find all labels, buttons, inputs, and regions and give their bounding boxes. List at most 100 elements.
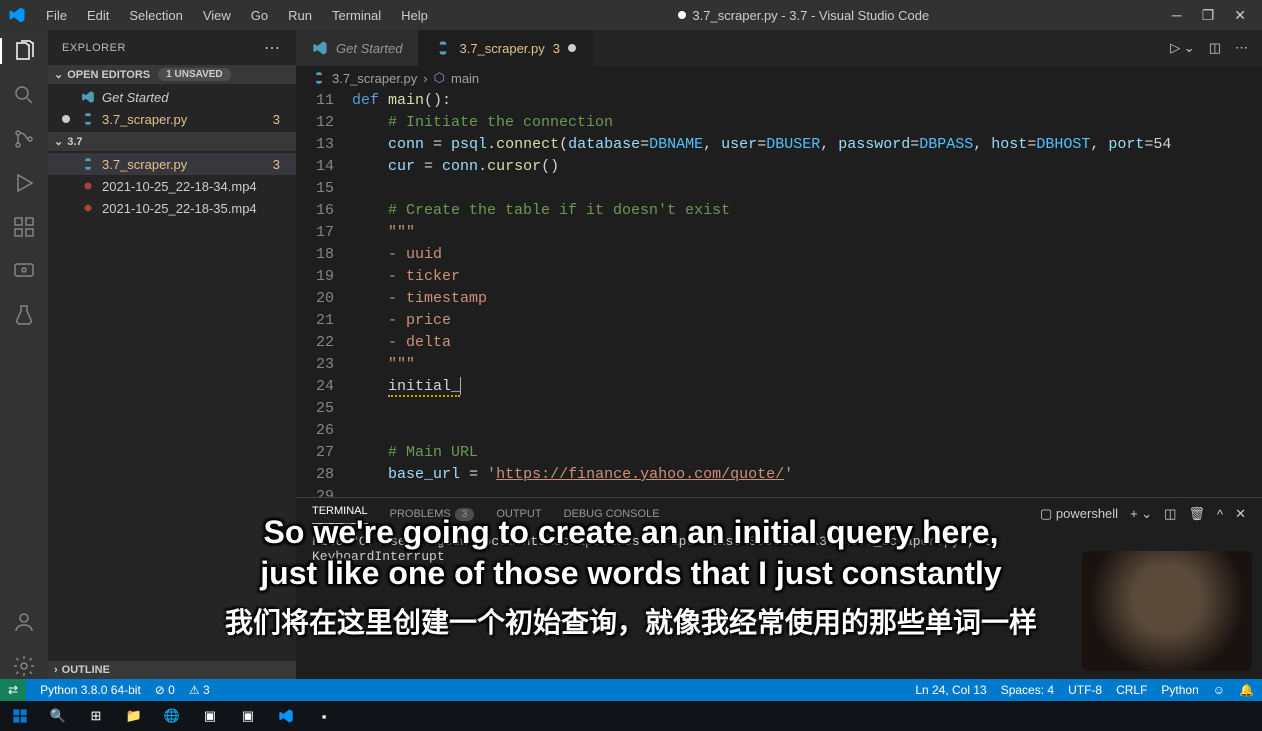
search-taskbar-icon[interactable]: 🔍: [42, 703, 74, 729]
errors-count[interactable]: ⊘ 0: [155, 683, 175, 697]
code-editor[interactable]: 11121314151617181920212223242526272829 d…: [296, 90, 1262, 497]
sidebar: EXPLORER ⋯ ⌄ OPEN EDITORS 1 UNSAVED Get …: [48, 30, 296, 679]
tab-terminal[interactable]: TERMINAL: [312, 505, 368, 524]
sidebar-header: EXPLORER ⋯: [48, 30, 296, 65]
menu-terminal[interactable]: Terminal: [324, 5, 389, 26]
shell-selector[interactable]: ▢ powershell: [1040, 506, 1118, 522]
chevron-down-icon: ⌄: [54, 68, 63, 81]
chevron-right-icon: ›: [54, 664, 58, 676]
unsaved-badge: 1 UNSAVED: [158, 68, 231, 81]
cursor-position[interactable]: Ln 24, Col 13: [915, 683, 986, 697]
eol[interactable]: CRLF: [1116, 683, 1147, 697]
python-file-icon: [312, 71, 326, 85]
warnings-count[interactable]: ⚠ 3: [189, 683, 210, 697]
minimap[interactable]: [1182, 90, 1262, 497]
tab-problems[interactable]: PROBLEMS3: [390, 508, 475, 520]
menu-help[interactable]: Help: [393, 5, 436, 26]
activity-bar: [0, 30, 48, 679]
symbol-method-icon: ⬡: [434, 70, 445, 86]
run-icon[interactable]: ▷ ⌄: [1170, 40, 1195, 56]
menu-edit[interactable]: Edit: [79, 5, 117, 26]
split-terminal-icon[interactable]: ◫: [1164, 506, 1176, 522]
file-item[interactable]: 2021-10-25_22-18-34.mp4: [48, 175, 296, 197]
app-icon[interactable]: ▣: [194, 703, 226, 729]
tab-debug-console[interactable]: DEBUG CONSOLE: [564, 508, 660, 520]
editor-area: Get Started 3.7_scraper.py 3 ▷ ⌄ ◫ ⋯ 3.7…: [296, 30, 1262, 679]
terminal-taskbar-icon[interactable]: ▪: [308, 703, 340, 729]
modified-dot-icon: [568, 44, 576, 52]
python-file-icon: [435, 40, 451, 56]
open-editor-item[interactable]: 3.7_scraper.py 3: [48, 108, 296, 130]
menu-bar: File Edit Selection View Go Run Terminal…: [0, 0, 1262, 30]
open-editor-item[interactable]: Get Started: [48, 86, 296, 108]
line-numbers: 11121314151617181920212223242526272829: [296, 90, 352, 497]
more-icon[interactable]: ⋯: [1235, 40, 1248, 56]
new-terminal-icon[interactable]: + ⌄: [1130, 506, 1152, 522]
bottom-panel: TERMINAL PROBLEMS3 OUTPUT DEBUG CONSOLE …: [296, 497, 1262, 679]
task-view-icon[interactable]: ⊞: [80, 703, 112, 729]
tab-output[interactable]: OUTPUT: [496, 508, 541, 520]
explorer-icon[interactable]: [0, 38, 48, 64]
tab-scraper[interactable]: 3.7_scraper.py 3: [419, 30, 593, 66]
modified-dot-icon: [62, 115, 70, 123]
notifications-icon[interactable]: 🔔: [1239, 683, 1254, 697]
code-content[interactable]: def main(): # Initiate the connection co…: [352, 90, 1262, 497]
python-version[interactable]: Python 3.8.0 64-bit: [40, 683, 141, 697]
vscode-taskbar-icon[interactable]: [270, 703, 302, 729]
tab-get-started[interactable]: Get Started: [296, 30, 419, 66]
open-editors-list: Get Started 3.7_scraper.py 3: [48, 84, 296, 132]
settings-gear-icon[interactable]: [11, 653, 37, 679]
editor-tabs: Get Started 3.7_scraper.py 3 ▷ ⌄ ◫ ⋯: [296, 30, 1262, 66]
source-control-icon[interactable]: [11, 126, 37, 152]
search-icon[interactable]: [11, 82, 37, 108]
app-icon[interactable]: ▣: [232, 703, 264, 729]
vscode-icon: [80, 89, 96, 105]
remote-button[interactable]: ⇄: [0, 679, 26, 701]
extensions-icon[interactable]: [11, 214, 37, 240]
window-controls: ─ ❐ ✕: [1172, 7, 1254, 24]
python-file-icon: [80, 111, 96, 127]
run-debug-icon[interactable]: [11, 170, 37, 196]
sidebar-more-icon[interactable]: ⋯: [264, 38, 282, 58]
file-explorer-icon[interactable]: 📁: [118, 703, 150, 729]
folder-section[interactable]: ⌄ 3.7: [48, 132, 296, 151]
menu-selection[interactable]: Selection: [121, 5, 190, 26]
vscode-logo-icon: [8, 6, 26, 24]
accounts-icon[interactable]: [11, 609, 37, 635]
status-bar: ⇄ Python 3.8.0 64-bit ⊘ 0 ⚠ 3 Ln 24, Col…: [0, 679, 1262, 701]
edge-icon[interactable]: 🌐: [156, 703, 188, 729]
video-file-icon: [80, 178, 96, 194]
language-mode[interactable]: Python: [1161, 683, 1198, 697]
minimize-icon[interactable]: ─: [1172, 7, 1182, 24]
maximize-icon[interactable]: ❐: [1202, 7, 1215, 24]
menu-view[interactable]: View: [195, 5, 239, 26]
testing-icon[interactable]: [11, 302, 37, 328]
close-panel-icon[interactable]: ✕: [1235, 506, 1246, 522]
menu-run[interactable]: Run: [280, 5, 320, 26]
split-editor-icon[interactable]: ◫: [1209, 40, 1221, 56]
menu-go[interactable]: Go: [243, 5, 276, 26]
remote-icon[interactable]: [11, 258, 37, 284]
outline-section[interactable]: › OUTLINE: [48, 661, 296, 679]
encoding[interactable]: UTF-8: [1068, 683, 1102, 697]
start-icon[interactable]: [4, 703, 36, 729]
panel-tabs: TERMINAL PROBLEMS3 OUTPUT DEBUG CONSOLE …: [296, 498, 1262, 530]
file-item[interactable]: 3.7_scraper.py 3: [48, 153, 296, 175]
vscode-icon: [312, 40, 328, 56]
menu-file[interactable]: File: [38, 5, 75, 26]
feedback-icon[interactable]: ☺: [1213, 683, 1225, 697]
modified-dot-icon: [678, 11, 686, 19]
explorer-label: EXPLORER: [62, 42, 126, 54]
maximize-panel-icon[interactable]: ^: [1217, 507, 1223, 522]
breadcrumb[interactable]: 3.7_scraper.py › ⬡ main: [296, 66, 1262, 90]
file-item[interactable]: 2021-10-25_22-18-35.mp4: [48, 197, 296, 219]
folder-tree: 3.7_scraper.py 3 2021-10-25_22-18-34.mp4…: [48, 151, 296, 221]
close-icon[interactable]: ✕: [1234, 7, 1246, 24]
kill-terminal-icon[interactable]: 🗑: [1188, 506, 1205, 522]
indentation[interactable]: Spaces: 4: [1001, 683, 1054, 697]
windows-taskbar: 🔍 ⊞ 📁 🌐 ▣ ▣ ▪: [0, 701, 1262, 731]
python-file-icon: [80, 156, 96, 172]
terminal-body[interactable]: File "C:\Users\mgedw\Documents\ScrapeCla…: [296, 530, 1262, 679]
open-editors-section[interactable]: ⌄ OPEN EDITORS 1 UNSAVED: [48, 65, 296, 84]
chevron-down-icon: ⌄: [54, 135, 63, 148]
